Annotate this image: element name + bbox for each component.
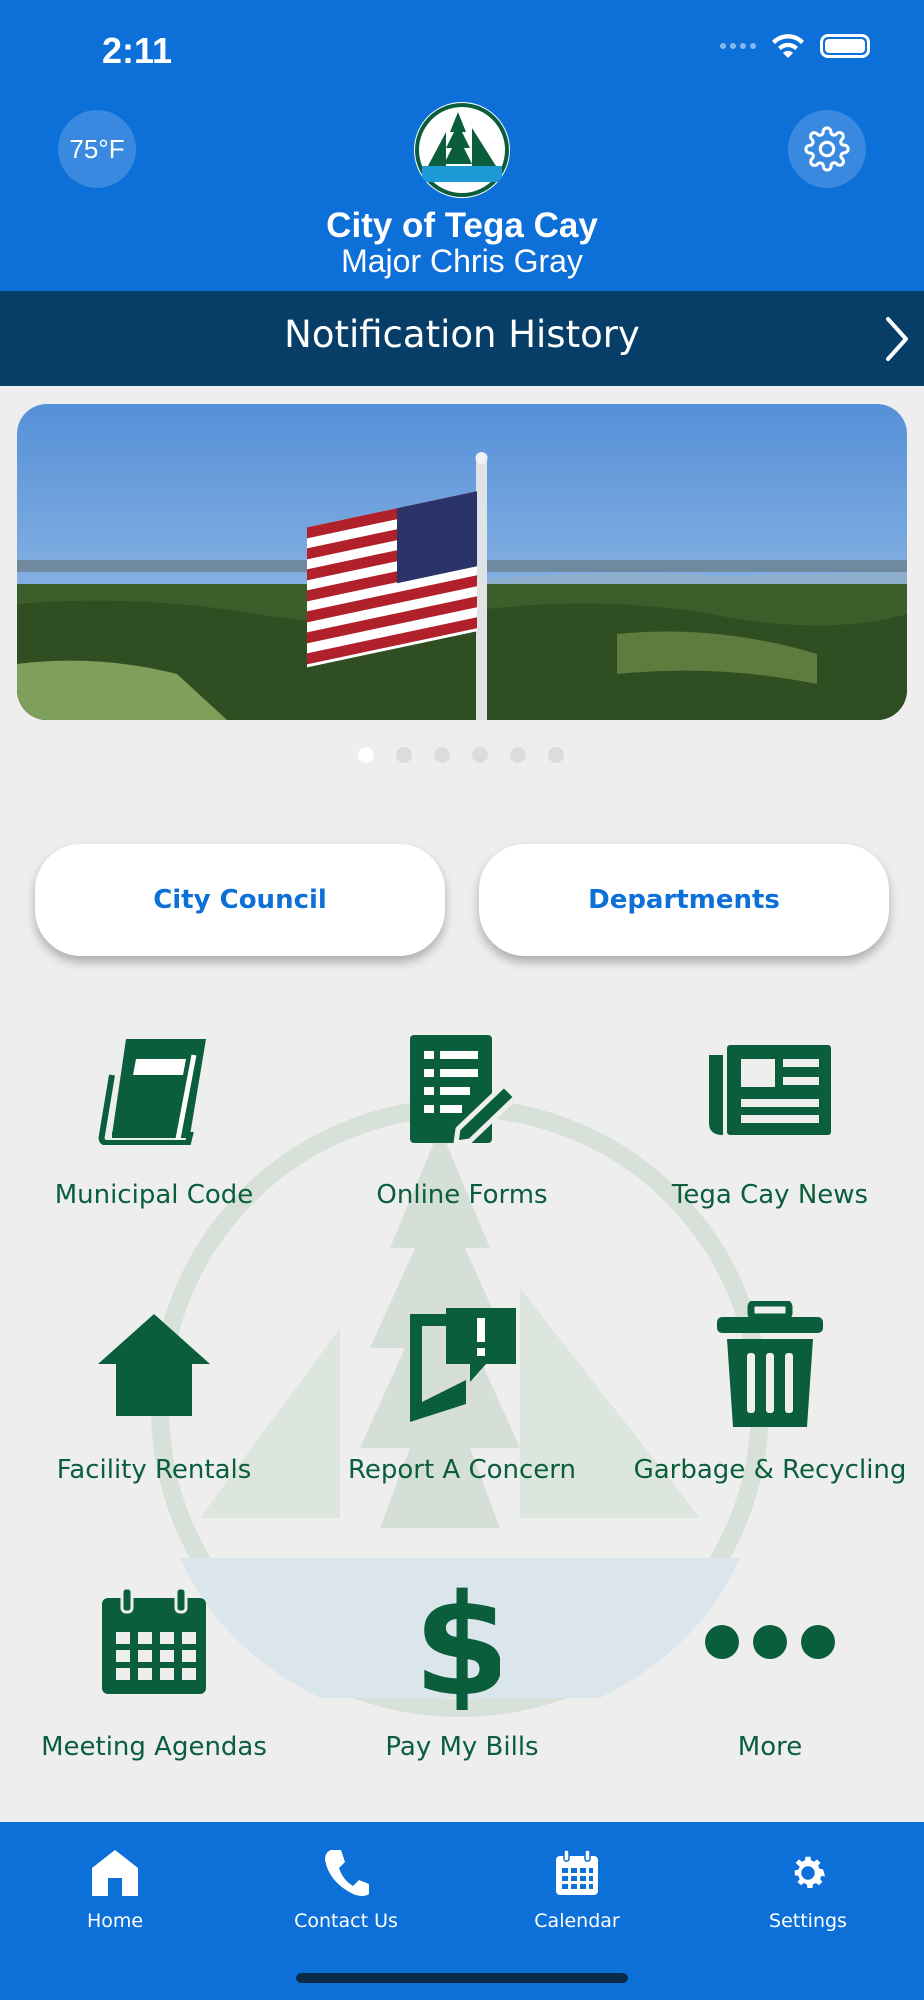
weather-badge[interactable]: 75°F: [58, 110, 136, 188]
gear-icon: [804, 126, 850, 172]
carousel-pager[interactable]: [358, 747, 564, 763]
home-indicator[interactable]: [296, 1973, 628, 1983]
city-council-button[interactable]: City Council: [35, 844, 445, 956]
home-icon: [98, 1314, 210, 1416]
notification-history-bar[interactable]: Notification History: [0, 291, 924, 386]
city-title: City of Tega Cay: [326, 206, 598, 245]
grid-item-garbage-recycling[interactable]: Garbage & Recycling: [616, 1301, 924, 1485]
status-time: 2:11: [102, 30, 173, 71]
chevron-right-icon: [886, 317, 908, 361]
departments-button[interactable]: Departments: [479, 844, 889, 956]
grid-item-tega-cay-news[interactable]: Tega Cay News: [616, 1030, 924, 1210]
phone-icon: [325, 1850, 369, 1896]
status-indicators: [720, 32, 870, 60]
grid-item-pay-my-bills[interactable]: $ Pay My Bills: [308, 1574, 616, 1762]
report-concern-icon: [410, 1308, 516, 1422]
tab-settings[interactable]: Settings: [718, 1842, 898, 1932]
svg-text:$: $: [424, 1574, 500, 1710]
app-header: 2:11 75°F City of Tega Cay Major Chris G…: [0, 0, 924, 291]
signal-icon: [720, 43, 756, 49]
pager-dot[interactable]: [434, 747, 450, 763]
settings-button[interactable]: [788, 110, 866, 188]
grid-item-facility-rentals[interactable]: Facility Rentals: [0, 1305, 308, 1485]
grid-item-more[interactable]: More: [616, 1582, 924, 1762]
mayor-name: Major Chris Gray: [341, 243, 583, 279]
dollar-icon: $: [424, 1574, 500, 1710]
grid-label: Garbage & Recycling: [633, 1455, 907, 1485]
form-icon: [410, 1035, 520, 1146]
newspaper-icon: [709, 1045, 831, 1135]
grid-label: Meeting Agendas: [41, 1732, 267, 1762]
grid-item-report-concern[interactable]: Report A Concern: [308, 1305, 616, 1485]
pager-dot[interactable]: [510, 747, 526, 763]
book-icon: [98, 1039, 206, 1145]
grid-item-municipal-code[interactable]: Municipal Code: [0, 1030, 308, 1210]
carousel-image[interactable]: [17, 404, 907, 720]
tab-home[interactable]: Home: [25, 1842, 205, 1932]
tab-label: Contact Us: [294, 1910, 398, 1932]
gear-icon: [794, 1856, 826, 1888]
pager-dot[interactable]: [358, 747, 374, 763]
tab-calendar[interactable]: Calendar: [487, 1842, 667, 1932]
grid-label: Report A Concern: [347, 1455, 577, 1485]
tab-label: Home: [86, 1910, 144, 1932]
tab-label: Settings: [769, 1910, 847, 1932]
pager-dot[interactable]: [472, 747, 488, 763]
grid-item-online-forms[interactable]: Online Forms: [308, 1030, 616, 1210]
calendar-icon: [102, 1588, 206, 1694]
pager-dot[interactable]: [548, 747, 564, 763]
grid-label: Online Forms: [376, 1180, 548, 1210]
tab-label: Calendar: [534, 1910, 620, 1932]
grid-label: More: [737, 1732, 803, 1762]
pager-dot[interactable]: [396, 747, 412, 763]
home-icon: [92, 1850, 138, 1896]
more-icon: [705, 1625, 835, 1659]
grid-label: Tega Cay News: [671, 1180, 869, 1210]
grid-item-meeting-agendas[interactable]: Meeting Agendas: [0, 1582, 308, 1762]
battery-icon: [820, 34, 870, 58]
notification-history-title: Notification History: [284, 313, 640, 356]
grid-label: Pay My Bills: [385, 1732, 539, 1762]
wifi-icon: [772, 34, 804, 58]
trash-icon: [717, 1301, 823, 1427]
tab-contact-us[interactable]: Contact Us: [256, 1842, 436, 1932]
grid-label: Municipal Code: [54, 1180, 254, 1210]
city-logo: [414, 102, 510, 198]
calendar-icon: [556, 1850, 598, 1895]
grid-label: Facility Rentals: [56, 1455, 252, 1485]
